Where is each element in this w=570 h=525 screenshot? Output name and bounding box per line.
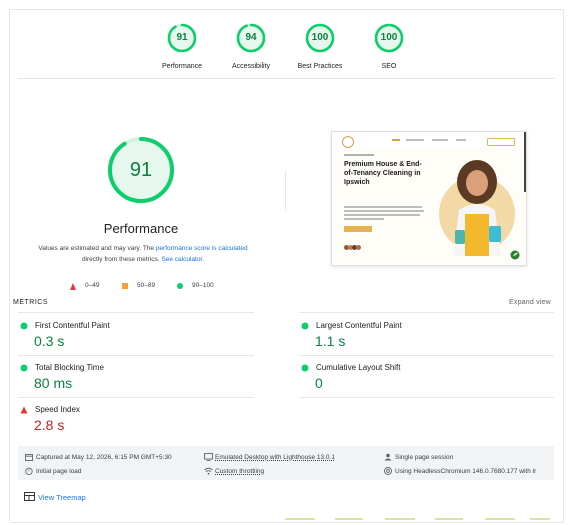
thumb-nav-links xyxy=(392,139,472,141)
browser-text: Using HeadlessChromium 146.0.7680.177 wi… xyxy=(395,468,537,475)
description-text-2: directly from these metrics. xyxy=(81,256,162,263)
description-period: . xyxy=(202,256,205,263)
divider xyxy=(285,170,286,210)
legend-fail: 0–49 xyxy=(85,282,100,289)
divider xyxy=(299,312,554,313)
metrics-heading: METRICS xyxy=(13,299,48,306)
treemap-icon xyxy=(24,492,35,501)
leaf-badge-icon xyxy=(510,250,520,260)
gauge-performance[interactable]: 91 Performance xyxy=(142,22,222,70)
calendar-icon xyxy=(25,454,33,461)
wifi-icon xyxy=(204,467,213,475)
treemap-label: View Treemap xyxy=(38,493,86,502)
metric-label: First Contentful Paint xyxy=(35,321,110,330)
gauge-accessibility[interactable]: 94 Accessibility xyxy=(211,22,291,70)
pass-circle-icon xyxy=(20,322,28,330)
divider xyxy=(18,355,254,356)
gauge-label: Best Practices xyxy=(297,63,343,70)
score-description: Values are estimated and may vary. The p… xyxy=(32,243,254,265)
filmstrip-peek xyxy=(285,515,555,523)
thumb-nav xyxy=(332,132,526,148)
fail-triangle-icon xyxy=(70,283,76,292)
legend-average: 50–89 xyxy=(137,282,156,289)
gauge-score: 100 xyxy=(380,32,398,43)
gauge-label: Performance xyxy=(161,63,203,70)
runtime-settings: Captured at May 12, 2026, 6:15 PM GMT+5:… xyxy=(18,446,554,480)
metric-label: Total Blocking Time xyxy=(35,363,104,372)
score-calc-link[interactable]: performance score is calculated xyxy=(156,245,248,252)
metric-value: 0.3 s xyxy=(34,333,65,349)
main-gauge: 91 xyxy=(106,135,176,205)
thumb-heading: Premium House & End-of-Tenancy Cleaning … xyxy=(344,161,422,186)
cleaner-photo-icon xyxy=(439,160,515,256)
thumb-kicker xyxy=(344,154,374,156)
divider xyxy=(299,355,554,356)
performance-title: Performance xyxy=(103,221,179,236)
load-text: Initial page load xyxy=(36,468,82,475)
session-text: Single page session xyxy=(395,454,454,461)
expand-view-button[interactable]: Expand view xyxy=(509,299,551,306)
metric-value: 2.8 s xyxy=(34,417,65,433)
fail-triangle-icon xyxy=(20,406,28,414)
user-icon xyxy=(384,453,392,461)
gauge-score: 94 xyxy=(245,32,257,43)
thumb-scrollbar xyxy=(524,132,526,192)
stopwatch-icon xyxy=(25,467,33,475)
gauge-label: SEO xyxy=(381,63,397,70)
metric-value: 0 xyxy=(315,375,323,391)
divider xyxy=(18,312,254,313)
average-square-icon xyxy=(122,283,128,291)
metric-label: Largest Contentful Paint xyxy=(316,321,402,330)
final-screenshot[interactable]: Premium House & End-of-Tenancy Cleaning … xyxy=(331,131,527,266)
pass-circle-icon xyxy=(301,322,309,330)
gauge-best-practices[interactable]: 100 Best Practices xyxy=(280,22,360,70)
thumb-cta xyxy=(344,226,372,232)
category-gauges: 91 Performance 94 Accessibility 100 Best… xyxy=(10,22,563,82)
logo-icon xyxy=(342,136,354,148)
pass-circle-icon xyxy=(301,364,309,372)
monitor-icon xyxy=(204,453,213,461)
thumb-avatars xyxy=(344,237,361,255)
metric-label: Cumulative Layout Shift xyxy=(316,363,401,372)
legend-pass: 90–100 xyxy=(192,282,214,289)
metric-value: 1.1 s xyxy=(315,333,346,349)
pass-circle-icon xyxy=(177,283,183,291)
metric-label: Speed Index xyxy=(35,405,80,414)
divider xyxy=(18,397,254,398)
emulated-text[interactable]: Emulated Desktop with Lighthouse 13.0.1 xyxy=(215,454,335,461)
throttling-text[interactable]: Custom throttling xyxy=(215,468,264,475)
chromium-icon xyxy=(384,467,392,475)
main-gauge-score: 91 xyxy=(129,159,153,181)
gauge-seo[interactable]: 100 SEO xyxy=(349,22,429,70)
gauge-score: 100 xyxy=(311,32,329,43)
calculator-link[interactable]: See calculator xyxy=(161,256,202,263)
captured-text: Captured at May 12, 2026, 6:15 PM GMT+5:… xyxy=(36,454,172,461)
metric-value: 80 ms xyxy=(34,375,73,391)
description-text: Values are estimated and may vary. The xyxy=(38,245,156,252)
divider xyxy=(299,397,554,398)
report-frame: 91 Performance 94 Accessibility 100 Best… xyxy=(9,9,564,523)
divider xyxy=(18,78,555,79)
pass-circle-icon xyxy=(20,364,28,372)
thumb-nav-button xyxy=(487,138,515,146)
gauge-label: Accessibility xyxy=(231,63,271,70)
gauge-score: 91 xyxy=(176,32,188,43)
score-legend: 0–49 50–89 90–100 xyxy=(70,282,250,294)
